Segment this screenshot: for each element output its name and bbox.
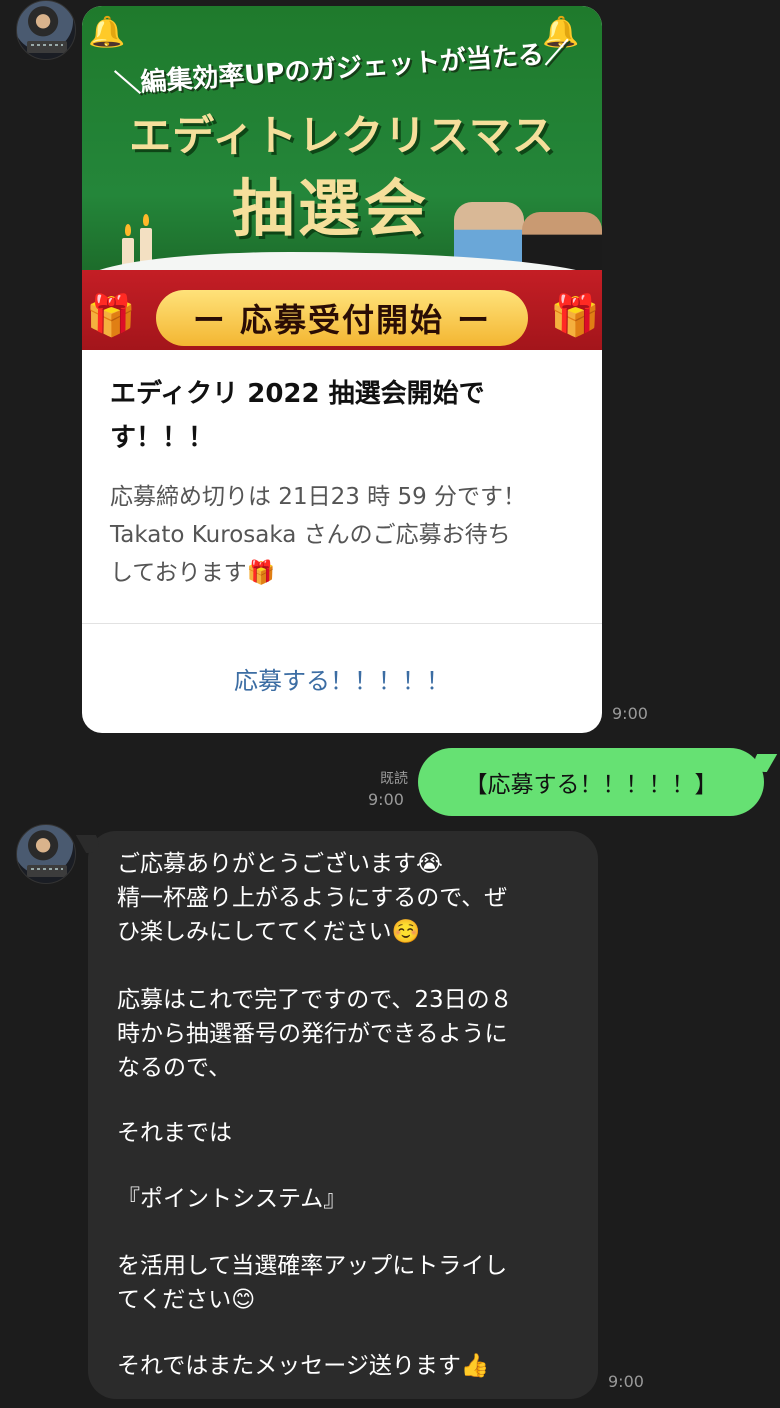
campaign-card[interactable]: 🔔 🔔 ＼編集効率UPのガジェットが当たる／ エディトレクリスマス 抽選会 🎁 …	[82, 6, 602, 733]
message-line: 精一杯盛り上がるようにするので、ぜ	[117, 885, 508, 911]
card-description-line: Takato Kurosaka さんのご応募お待ち	[110, 522, 511, 548]
incoming-message-bubble[interactable]: ご応募ありがとうございます😭 精一杯盛り上がるようにするので、ぜ ひ楽しみにして…	[88, 831, 598, 1399]
banner-entry-open-label: ー 応募受付開始 ー	[156, 290, 528, 346]
gift-icon: 🎁	[86, 293, 136, 339]
banner-headline-event: 抽選会	[232, 172, 431, 245]
bell-icon: 🔔	[88, 15, 126, 50]
message-time: 9:00	[612, 704, 648, 723]
message-line: なるので、	[117, 1055, 232, 1081]
message-line: それではまたメッセージ送ります👍	[117, 1353, 490, 1379]
message-line: 時から抽選番号の発行ができるように	[117, 1021, 508, 1047]
message-time: 9:00	[608, 1372, 644, 1391]
outgoing-message-text: 【応募する！！！！！】	[464, 772, 718, 798]
message-line: ご応募ありがとうございます😭	[117, 851, 443, 877]
message-line: てください😊	[117, 1287, 256, 1313]
gift-icon: 🎁	[550, 293, 600, 339]
card-description-line: しております🎁	[110, 560, 276, 586]
apply-button[interactable]: 応募する！！！！！	[82, 624, 602, 733]
banner-headline-main: エディトレクリスマス	[129, 111, 555, 160]
message-line: 応募はこれで完了ですので、23日の８	[117, 987, 513, 1013]
card-title: エディクリ 2022 抽選会開始で す！！！	[110, 372, 560, 460]
message-line: を活用して当選確率アップにトライし	[117, 1253, 508, 1279]
avatar-photo	[27, 41, 67, 53]
card-title-line: エディクリ 2022 抽選会開始で	[110, 379, 485, 409]
read-receipt: 既読	[380, 771, 408, 787]
card-description: 応募締め切りは 21日23 時 59 分です！ Takato Kurosaka …	[110, 478, 580, 592]
message-time: 9:00	[368, 790, 404, 809]
campaign-banner-image: 🔔 🔔 ＼編集効率UPのガジェットが当たる／ エディトレクリスマス 抽選会 🎁 …	[82, 6, 602, 350]
outgoing-message-bubble[interactable]: 【応募する！！！！！】	[418, 748, 764, 816]
message-line: 『ポイントシステム』	[117, 1186, 347, 1212]
avatar-photo	[27, 865, 67, 877]
sender-avatar[interactable]	[16, 0, 76, 60]
message-line: それまでは	[117, 1120, 232, 1146]
banner-headline-sub: ＼編集効率UPのガジェットが当たる／	[113, 38, 571, 100]
card-description-line: 応募締め切りは 21日23 時 59 分です！	[110, 484, 527, 510]
sender-avatar[interactable]	[16, 824, 76, 884]
card-title-line: す！！！	[110, 423, 215, 453]
message-line: ひ楽しみにしててください☺️	[117, 919, 421, 945]
